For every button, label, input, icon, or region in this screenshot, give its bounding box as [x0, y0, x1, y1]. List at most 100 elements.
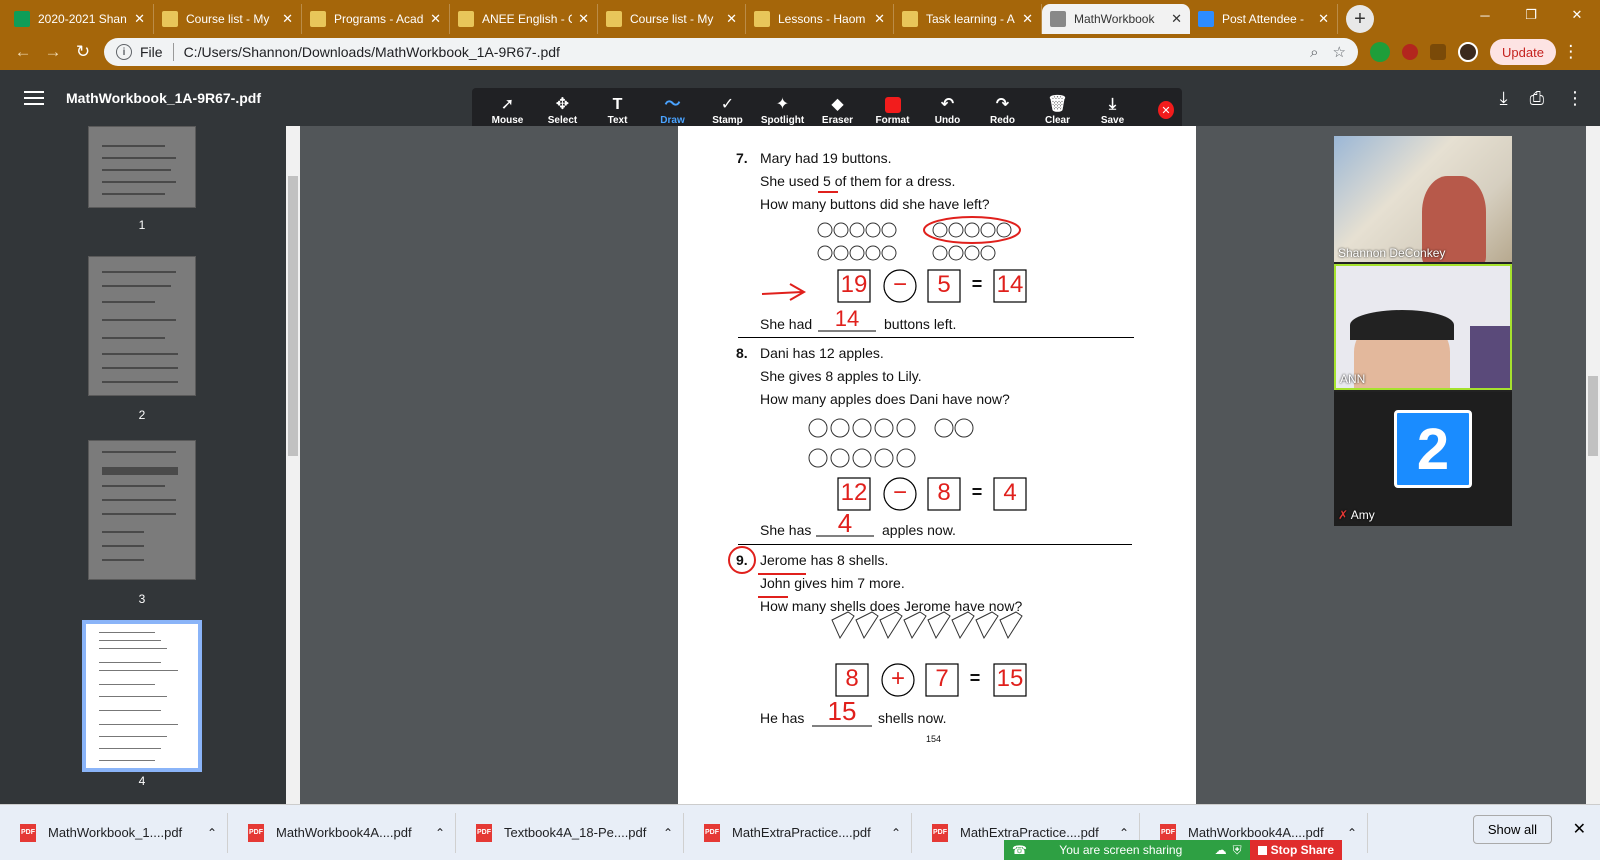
stop-square-icon — [1257, 845, 1267, 855]
download-item[interactable]: PDF MathWorkbook4A....pdf ⌃ — [228, 812, 456, 853]
omnibox[interactable]: i File C:/Users/Shannon/Downloads/MathWo… — [104, 38, 1358, 66]
participant-tile-ann[interactable]: ANN — [1334, 264, 1512, 390]
page-thumbnail-3[interactable] — [88, 440, 196, 580]
tool-mouse[interactable]: ➚ Mouse — [480, 95, 535, 126]
tab-close-icon[interactable]: ✕ — [134, 11, 145, 27]
tab-close-icon[interactable]: ✕ — [874, 11, 885, 27]
print-icon[interactable]: ⎙ — [1530, 88, 1544, 109]
tool-save[interactable]: ⤓ Save — [1085, 95, 1140, 126]
tab-close-icon[interactable]: ✕ — [578, 11, 589, 27]
tool-spotlight[interactable]: ✦ Spotlight — [755, 95, 810, 126]
tab-title: Course list - My — [186, 12, 270, 26]
browser-tab[interactable]: Post Attendee - ✕ — [1190, 4, 1338, 34]
pdf-file-icon: PDF — [476, 823, 492, 842]
tool-clear[interactable]: 🗑 Clear — [1030, 95, 1085, 126]
extension-red-icon[interactable] — [1402, 44, 1418, 60]
spotlight-icon: ✦ — [775, 95, 790, 113]
browser-tab[interactable]: Programs - Acad ✕ — [302, 4, 450, 34]
page-thumbnail-2[interactable] — [88, 256, 196, 396]
tab-favicon-icon — [162, 11, 178, 27]
back-icon[interactable]: ← — [8, 42, 38, 62]
share-status-icon: ☎ — [1012, 843, 1027, 857]
tool-text[interactable]: T Text — [590, 95, 645, 126]
browser-tab[interactable]: Course list - My ✕ — [154, 4, 302, 34]
profile-avatar[interactable] — [1458, 42, 1478, 62]
tab-title: Course list - My — [630, 12, 714, 26]
url-text[interactable]: C:/Users/Shannon/Downloads/MathWorkbook_… — [184, 44, 1297, 60]
forward-icon[interactable]: → — [38, 42, 68, 62]
browser-tab[interactable]: ANEE English - C ✕ — [450, 4, 598, 34]
page-thumbnail-1[interactable] — [88, 126, 196, 208]
browser-tab[interactable]: Task learning - A ✕ — [894, 4, 1042, 34]
tool-select[interactable]: ✥ Select — [535, 95, 590, 126]
update-button[interactable]: Update — [1490, 39, 1556, 65]
browser-tab[interactable]: 2020-2021 Shan ✕ — [6, 4, 154, 34]
participant-hair-ann — [1350, 310, 1454, 340]
close-download-shelf-icon[interactable]: ✕ — [1573, 819, 1586, 839]
chevron-up-icon[interactable]: ⌃ — [197, 826, 227, 840]
chevron-up-icon[interactable]: ⌃ — [425, 826, 455, 840]
tab-title: Programs - Acad — [334, 12, 424, 26]
pdf-title: MathWorkbook_1A-9R67-.pdf — [66, 90, 261, 106]
question-8-answer-suffix: apples now. — [882, 522, 956, 538]
tool-undo[interactable]: ↶ Undo — [920, 95, 975, 126]
browser-tab[interactable]: MathWorkbook ✕ — [1042, 4, 1190, 34]
tool-draw[interactable]: 〜 Draw — [645, 95, 700, 126]
tab-favicon-icon — [754, 11, 770, 27]
stop-share-button[interactable]: Stop Share — [1249, 840, 1342, 860]
zoom-icon[interactable]: ⌕ — [1310, 44, 1318, 61]
question-9-eq-equals: = — [969, 668, 981, 688]
tool-label: Eraser — [821, 114, 854, 126]
more-options-icon[interactable]: ⋮ — [1566, 88, 1584, 109]
minimize-icon[interactable]: ─ — [1462, 0, 1508, 30]
tool-label: Stamp — [712, 114, 743, 126]
show-all-button[interactable]: Show all — [1472, 815, 1552, 844]
question-divider — [738, 337, 1134, 338]
tool-format[interactable]: Format — [865, 95, 920, 126]
close-toolbar-icon[interactable]: ✕ — [1158, 101, 1174, 119]
tab-title: ANEE English - C — [482, 12, 573, 26]
chrome-menu-icon[interactable]: ⋮ — [1556, 42, 1586, 62]
browser-tab[interactable]: Course list - My ✕ — [598, 4, 746, 34]
tool-redo[interactable]: ↷ Redo — [975, 95, 1030, 126]
download-item[interactable]: PDF Textbook4A_18-Pe....pdf ⌃ — [456, 812, 684, 853]
extension-green-icon[interactable] — [1370, 42, 1390, 62]
pdf-file-icon: PDF — [1160, 823, 1176, 842]
participant-tile-amy[interactable]: 2 ✗ Amy — [1334, 392, 1512, 526]
page-thumbnail-4[interactable] — [82, 620, 202, 772]
tool-eraser[interactable]: ◆ Eraser — [810, 95, 865, 126]
chevron-up-icon[interactable]: ⌃ — [653, 826, 683, 840]
tab-close-icon[interactable]: ✕ — [1022, 11, 1033, 27]
bookmark-star-icon[interactable]: ☆ — [1333, 43, 1346, 61]
cloud-icon: ☁ — [1214, 843, 1227, 857]
tab-close-icon[interactable]: ✕ — [726, 11, 737, 27]
reload-icon[interactable]: ↻ — [68, 42, 98, 62]
restore-icon[interactable]: ❐ — [1508, 0, 1554, 30]
tab-close-icon[interactable]: ✕ — [430, 11, 441, 27]
info-icon[interactable]: i — [116, 44, 132, 60]
participant-tile-shannon[interactable]: Shannon DeConkey — [1334, 136, 1512, 262]
question-8-eq-first: 12 — [840, 479, 868, 506]
download-icon[interactable]: ⤓ — [1500, 88, 1508, 109]
question-9-line-1: Jerome has 8 shells. — [760, 552, 889, 568]
hamburger-menu-icon[interactable] — [24, 91, 44, 105]
tab-close-icon[interactable]: ✕ — [1171, 11, 1182, 27]
download-item[interactable]: PDF MathExtraPractice....pdf ⌃ — [684, 812, 912, 853]
new-tab-button[interactable]: + — [1346, 5, 1374, 33]
download-item[interactable]: PDF MathWorkbook_1....pdf ⌃ — [0, 812, 228, 853]
text-icon: T — [612, 95, 623, 113]
document-scrollbar[interactable] — [1586, 126, 1600, 804]
scheme-label: File — [140, 44, 163, 60]
chevron-up-icon[interactable]: ⌃ — [1337, 826, 1367, 840]
tab-favicon-icon — [458, 11, 474, 27]
question-9-eq-second: 7 — [935, 665, 949, 692]
tab-close-icon[interactable]: ✕ — [1318, 11, 1329, 27]
extensions-puzzle-icon[interactable] — [1430, 44, 1446, 60]
tab-close-icon[interactable]: ✕ — [282, 11, 293, 27]
chevron-up-icon[interactable]: ⌃ — [881, 826, 911, 840]
tool-stamp[interactable]: ✓ Stamp — [700, 95, 755, 126]
close-window-icon[interactable]: ✕ — [1554, 0, 1600, 30]
browser-tab[interactable]: Lessons - Haom ✕ — [746, 4, 894, 34]
sidebar-scrollbar[interactable] — [286, 126, 300, 804]
chevron-up-icon[interactable]: ⌃ — [1109, 826, 1139, 840]
